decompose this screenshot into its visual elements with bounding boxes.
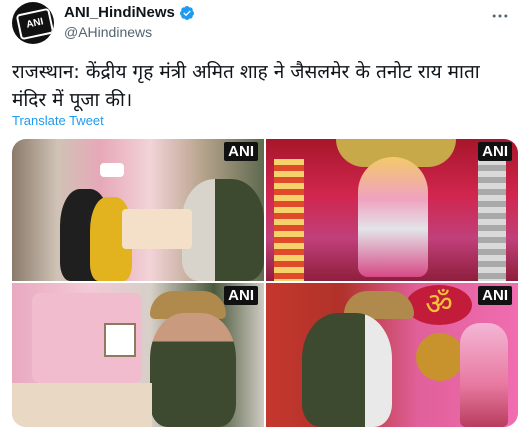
dots-icon (492, 14, 508, 18)
ani-watermark: ANI (224, 142, 258, 161)
translate-tweet-link[interactable]: Translate Tweet (12, 113, 104, 128)
photo-3-man (150, 313, 236, 427)
photo-4-deity (460, 323, 508, 427)
photo-4[interactable]: ॐ ANI (266, 283, 518, 427)
photo-3-plaque (104, 323, 136, 357)
photo-2-garland-left (274, 159, 304, 281)
ani-watermark: ANI (478, 286, 512, 305)
verified-badge-icon (179, 5, 194, 20)
photo-2-garland-right (478, 159, 506, 281)
account-handle[interactable]: @AHindinews (64, 24, 152, 40)
media-grid: ANI ANI ANI ॐ ANI (12, 139, 518, 427)
photo-2-deity (358, 157, 428, 277)
ani-logo-icon: ANI (15, 7, 54, 41)
photo-4-kalash (416, 333, 464, 381)
photo-3-altar (12, 383, 152, 427)
ani-watermark: ANI (478, 142, 512, 161)
account-name-row[interactable]: ANI_HindiNews (64, 4, 195, 21)
photo-1-white-cap (100, 163, 124, 177)
photo-4-om-symbol: ॐ (406, 285, 472, 325)
photo-4-man (302, 313, 392, 427)
account-name[interactable]: ANI_HindiNews (64, 4, 175, 21)
photo-1-figure-man (182, 179, 264, 281)
photo-3[interactable]: ANI (12, 283, 264, 427)
tweet-text: राजस्थान: केंद्रीय गृह मंत्री अमित शाह न… (12, 61, 480, 111)
ani-watermark: ANI (224, 286, 258, 305)
avatar[interactable]: ANI (12, 2, 54, 44)
photo-1[interactable]: ANI (12, 139, 264, 281)
photo-2[interactable]: ANI (266, 139, 518, 281)
more-options-icon[interactable] (488, 6, 512, 26)
photo-1-altar (122, 209, 192, 249)
